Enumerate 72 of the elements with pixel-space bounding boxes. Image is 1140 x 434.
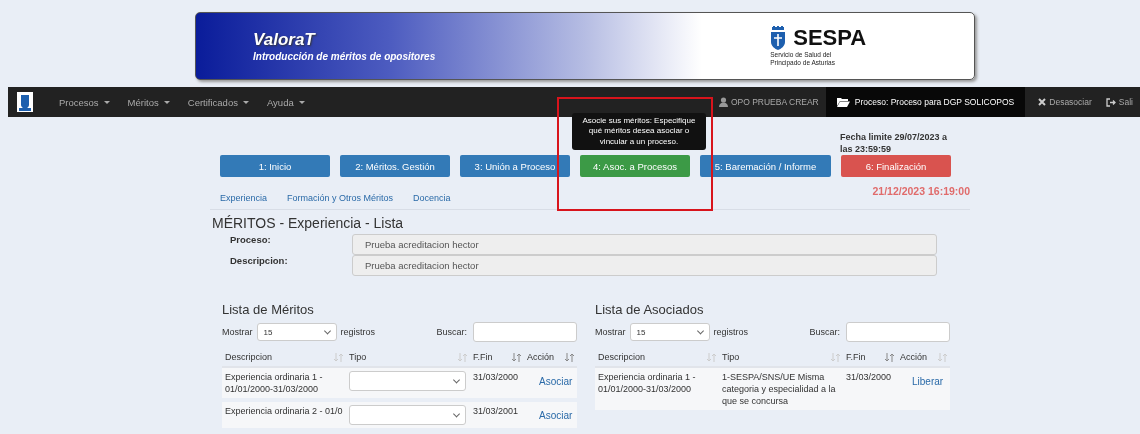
table-cell: Experiencia ordinaria 1 - 01/01/2000-31/03/2000 xyxy=(222,367,346,401)
search-label: Buscar: xyxy=(809,327,840,337)
section-tab[interactable]: Docencia xyxy=(413,193,451,203)
table-cell: Experiencia ordinaria 2 - 01/0 xyxy=(222,400,346,431)
logo-icon[interactable] xyxy=(17,92,33,112)
close-icon xyxy=(1038,98,1047,106)
field-label: Descripcion: xyxy=(229,254,289,266)
sort-icon[interactable] xyxy=(512,352,521,362)
list-title: Lista de Méritos xyxy=(222,302,315,317)
sort-icon[interactable] xyxy=(707,352,716,362)
table-cell: Experiencia ordinaria 1 - 01/01/2000-31/03/2000 xyxy=(595,367,719,413)
process-link[interactable]: Proceso: Proceso para DGP SOLICOPOS xyxy=(825,87,1026,117)
readonly-field: Prueba acreditacion hector xyxy=(352,233,937,255)
step-button[interactable]: 2: Méritos. Gestión xyxy=(340,155,450,177)
column-header[interactable]: F.Fin xyxy=(473,352,493,362)
exit-link[interactable]: Sali xyxy=(1098,87,1140,117)
search-field[interactable] xyxy=(846,322,950,342)
step-button[interactable]: 3: Unión a Proceso xyxy=(460,155,570,177)
action-link[interactable]: Liberar xyxy=(900,376,944,387)
search-label: Buscar: xyxy=(436,327,467,337)
type-select[interactable] xyxy=(349,405,466,426)
sort-icon[interactable] xyxy=(565,352,574,362)
unlink-link[interactable]: Desasociar xyxy=(1031,87,1099,117)
org-name: SESPA xyxy=(793,25,867,52)
step-button[interactable]: 4: Asoc. a Procesos xyxy=(580,155,690,177)
exit-icon xyxy=(1105,97,1116,107)
column-header[interactable]: F.Fin xyxy=(846,352,866,362)
table-cell: 1-SESPA/SNS/UE Misma categoria y especialidad a la que se concursa xyxy=(719,367,843,413)
search-field[interactable] xyxy=(473,322,577,342)
field-label: Proceso: xyxy=(229,233,272,245)
sort-icon[interactable] xyxy=(938,352,947,362)
nav-menu[interactable]: Procesos xyxy=(50,87,119,117)
column-header[interactable]: Acción xyxy=(900,352,927,362)
step-button[interactable]: 6: Finalización xyxy=(841,155,951,177)
shield-icon xyxy=(770,26,787,51)
type-select[interactable] xyxy=(349,371,466,391)
nav-menu[interactable]: Méritos xyxy=(118,87,179,117)
column-header[interactable]: Descripcion xyxy=(598,352,646,362)
column-header[interactable]: Tipo xyxy=(722,352,740,362)
show-label: Mostrar xyxy=(222,327,253,337)
column-header[interactable]: Descripcion xyxy=(225,352,273,362)
section-tab[interactable]: Experiencia xyxy=(220,193,268,203)
clock-text: 21/12/2023 16:19:00 xyxy=(872,185,970,197)
column-header[interactable]: Tipo xyxy=(349,352,367,362)
page-title: MÉRITOS - Experiencia - Lista xyxy=(212,215,405,231)
table-cell: 31/03/2001 xyxy=(470,400,524,431)
records-label: registros xyxy=(713,327,749,337)
folder-icon xyxy=(836,97,850,107)
records-label: registros xyxy=(340,327,376,337)
sort-icon[interactable] xyxy=(334,352,343,362)
app-subtitle: Introducción de méritos de opositores xyxy=(253,51,436,62)
user-link[interactable]: OPO PRUEBA CREAR xyxy=(711,87,826,117)
sort-icon[interactable] xyxy=(831,352,840,362)
step-button[interactable]: 5: Baremación / Informe xyxy=(700,155,831,177)
section-tab[interactable]: Formación y Otros Méritos xyxy=(287,193,394,203)
show-label: Mostrar xyxy=(595,327,626,337)
column-header[interactable]: Acción xyxy=(527,352,554,362)
app-title: ValoraT xyxy=(253,30,317,50)
nav-menu[interactable]: Certificados xyxy=(178,87,258,117)
tooltip: Asocie sus méritos: Especifique qué méritos desea asociar o vincular a un proceso. xyxy=(572,112,706,150)
page-size-select[interactable]: 15 xyxy=(629,323,710,341)
nav-menu[interactable]: Ayuda xyxy=(257,87,314,117)
step-button[interactable]: 1: Inicio xyxy=(220,155,330,177)
table-cell: 31/03/2000 xyxy=(470,367,524,401)
table-cell: 31/03/2000 xyxy=(843,367,897,413)
user-icon xyxy=(718,97,728,107)
page-size-select[interactable]: 15 xyxy=(256,323,337,341)
sort-icon[interactable] xyxy=(458,352,467,362)
readonly-field: Prueba acreditacion hector xyxy=(352,254,937,276)
list-title: Lista de Asociados xyxy=(595,302,705,317)
deadline-text: Fecha limite 29/07/2023 a las 23:59:59 xyxy=(840,131,949,156)
sort-icon[interactable] xyxy=(885,352,894,362)
